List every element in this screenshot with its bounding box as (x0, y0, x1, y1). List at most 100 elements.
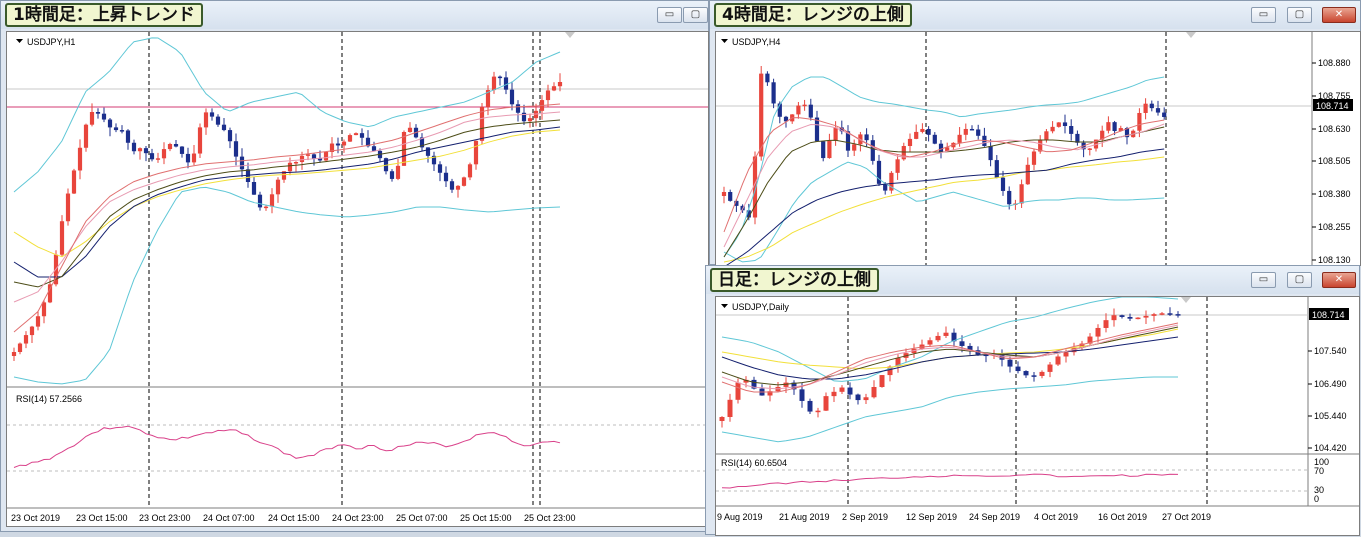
candlestick (503, 77, 509, 90)
price-chart-daily[interactable]: USDJPY,Daily RSI(14) 60.6504 108.714 107.54… (715, 296, 1360, 536)
candlestick (807, 400, 813, 412)
candlestick (335, 143, 341, 146)
candlestick (155, 158, 161, 160)
bollinger-upper-line (723, 76, 1165, 258)
shift-marker-icon (1186, 32, 1196, 38)
candlestick (467, 164, 473, 178)
candlestick (994, 160, 999, 178)
candlestick (827, 140, 832, 159)
candlestick (957, 134, 962, 143)
rsi-line (721, 473, 1179, 489)
candlestick (839, 387, 845, 392)
candlestick (395, 165, 401, 179)
candlestick (847, 387, 853, 395)
candlestick (852, 144, 857, 151)
candlestick (167, 144, 173, 150)
price-chart-h1[interactable]: USDJPY,H1 RSI(14) 57.2566 23 Oct 2019 23 Oc… (6, 31, 709, 527)
current-price-label: 108.714 (1316, 101, 1349, 111)
candlestick (287, 162, 293, 172)
time-axis-label: 24 Oct 15:00 (268, 513, 320, 523)
maximize-button[interactable]: ▢ (683, 7, 708, 23)
candlestick (1047, 364, 1053, 372)
candlestick (227, 130, 233, 142)
candlestick (215, 116, 221, 125)
candlestick (1050, 126, 1055, 132)
time-axis-label: 23 Oct 23:00 (139, 513, 191, 523)
candlestick (425, 147, 431, 156)
window-titlebar[interactable]: 日足：レンジの上側 ▭ ▢ ✕ (706, 266, 1359, 294)
minimize-button[interactable]: ▭ (1251, 272, 1276, 288)
candlestick (407, 127, 413, 132)
candlestick (11, 352, 17, 356)
candlestick (864, 134, 869, 141)
candlestick (759, 73, 764, 157)
candlestick (1039, 371, 1045, 376)
candlestick (527, 118, 533, 122)
price-axis-label: 104.420 (1314, 443, 1347, 453)
rsi-axis-label: 0 (1314, 494, 1319, 504)
candlestick (515, 104, 521, 113)
candlestick (1007, 359, 1013, 367)
candlestick (347, 135, 353, 142)
candlestick (299, 155, 305, 162)
candlestick (1143, 103, 1148, 113)
candlestick (959, 341, 965, 346)
window-titlebar[interactable]: 4時間足：レンジの上側 ▭ ▢ ✕ (710, 1, 1360, 29)
price-axis-label: 108.505 (1318, 156, 1351, 166)
candlestick (101, 113, 107, 120)
candlestick (263, 206, 269, 209)
bollinger-lower-line (13, 186, 561, 385)
candlestick (926, 128, 931, 135)
candlestick (257, 194, 263, 208)
maximize-button[interactable]: ▢ (1287, 7, 1312, 23)
candlestick (988, 146, 993, 161)
candlestick (907, 138, 913, 147)
candlestick (938, 143, 944, 152)
candlestick (771, 82, 776, 104)
candlestick (473, 140, 479, 165)
candlestick (449, 181, 455, 190)
candlestick (71, 170, 77, 194)
candlestick (497, 76, 503, 79)
minimize-button[interactable]: ▭ (1251, 7, 1276, 23)
candlestick (29, 326, 35, 336)
candlestick (721, 192, 727, 196)
candlestick (1149, 103, 1154, 109)
close-button[interactable]: ✕ (1322, 272, 1356, 288)
time-axis-label: 25 Oct 07:00 (396, 513, 448, 523)
candlestick (1000, 177, 1006, 191)
candlestick (833, 127, 838, 141)
candlestick (1143, 315, 1149, 318)
close-button[interactable]: ✕ (1322, 7, 1356, 23)
candlestick (932, 134, 937, 144)
candlestick (823, 396, 829, 411)
candlestick (765, 73, 770, 83)
candlestick (1119, 315, 1125, 317)
price-chart-h4[interactable]: USDJPY,H4 108.880 108.755 108.714 108.630 108… (715, 31, 1361, 266)
candlestick (443, 172, 449, 182)
candlestick (305, 154, 311, 156)
current-price-label: 108.714 (1312, 310, 1345, 320)
candlestick (275, 179, 281, 195)
dropdown-triangle-icon (721, 39, 728, 43)
candlestick (808, 104, 813, 118)
candlestick (509, 89, 515, 105)
candlestick (863, 397, 869, 401)
minimize-button[interactable]: ▭ (657, 7, 682, 23)
candlestick (173, 144, 179, 147)
time-axis-label: 4 Oct 2019 (1034, 512, 1078, 522)
rsi-line (13, 425, 561, 468)
maximize-button[interactable]: ▢ (1287, 272, 1312, 288)
candlestick (371, 146, 377, 151)
candlestick (1056, 122, 1061, 127)
candlestick (870, 140, 875, 161)
price-axis-label: 107.540 (1314, 346, 1347, 356)
price-axis-label: 108.380 (1318, 189, 1351, 199)
candlestick (735, 382, 741, 400)
candlestick (969, 128, 975, 131)
candlestick (107, 119, 113, 128)
candlestick (1112, 122, 1117, 132)
candlestick (963, 128, 968, 135)
window-titlebar[interactable]: 1時間足：上昇トレンド ▭ ▢ (1, 1, 708, 29)
candlestick (976, 129, 981, 136)
